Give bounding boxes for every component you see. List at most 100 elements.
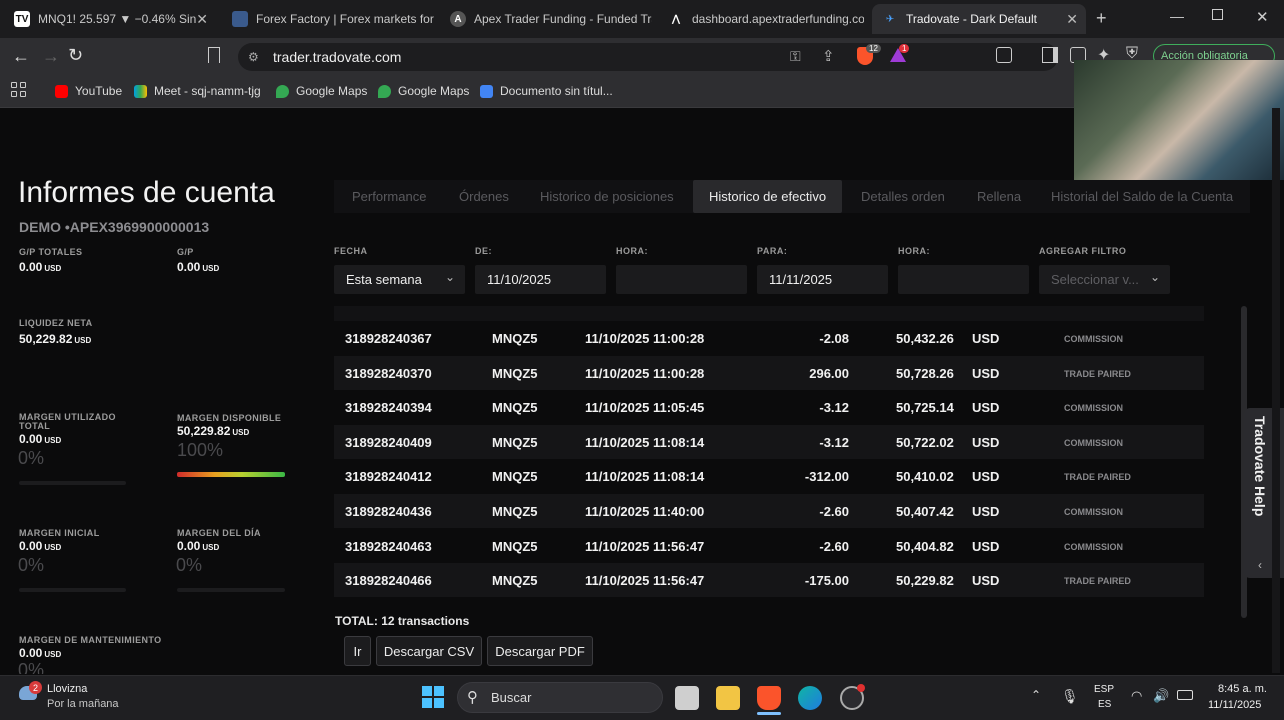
bookmark-maps-1[interactable]: Google Maps: [276, 82, 367, 100]
tab-title: Tradovate - Dark Default: [906, 12, 1037, 26]
table-row[interactable]: 318928240394 MNQZ5 11/10/2025 11:05:45 -3.1…: [334, 390, 1204, 424]
bookmark-docs[interactable]: Documento sin títul...: [480, 82, 613, 100]
margen-mant-number: 0.00: [19, 646, 43, 660]
tab-historial-saldo[interactable]: Historial del Saldo de la Cuenta: [1051, 180, 1233, 213]
total-transactions: TOTAL: 12 transactions: [335, 614, 470, 628]
browser-tab-2[interactable]: Forex Factory | Forex markets for t: [222, 4, 434, 34]
table-row[interactable]: 318928240412 MNQZ5 11/10/2025 11:08:14 -312…: [334, 459, 1204, 493]
margen-inicial-pct: 0%: [18, 555, 45, 575]
agregar-filtro-select[interactable]: Seleccionar v... ⌄: [1039, 265, 1170, 294]
close-window-icon[interactable]: ✕: [1256, 8, 1269, 26]
screenshot-icon[interactable]: [996, 47, 1012, 63]
cell-time: 11/10/2025 11:08:14: [585, 469, 705, 485]
cell-type: TRADE PAIRED: [1064, 576, 1131, 587]
para-input[interactable]: 11/11/2025: [757, 265, 888, 294]
cell-balance: 50,410.02: [896, 469, 954, 485]
fecha-value: Esta semana: [346, 272, 422, 287]
tab-detalles-orden[interactable]: Detalles orden: [861, 180, 945, 213]
tab-historico-efectivo[interactable]: Historico de efectivo: [693, 180, 843, 213]
key-icon[interactable]: ⚿: [790, 48, 801, 65]
ir-button[interactable]: Ir: [344, 636, 371, 666]
tab-title: MNQ1! 25.597 ▼ −0.46% Sin: [38, 12, 197, 26]
forward-icon[interactable]: →: [42, 46, 60, 67]
new-tab-icon[interactable]: +: [1096, 8, 1107, 29]
de-input[interactable]: 11/10/2025: [475, 265, 606, 294]
back-icon[interactable]: ←: [12, 46, 30, 67]
cell-id: 318928240463: [345, 538, 432, 554]
cell-id: 318928240412: [345, 469, 432, 485]
table-row[interactable]: 318928240370 MNQZ5 11/10/2025 11:00:28 296.…: [334, 355, 1204, 390]
margen-utilizado-number: 0.00: [19, 432, 43, 446]
chevron-left-icon[interactable]: ‹: [1258, 558, 1262, 572]
edge-icon[interactable]: [798, 686, 822, 710]
apps-grid-icon[interactable]: [11, 82, 26, 97]
cell-balance: 50,229.82: [896, 573, 954, 589]
microphone-icon[interactable]: 🎙: [1061, 688, 1079, 705]
table-row[interactable]: 318928240367 MNQZ5 11/10/2025 11:00:28 -2.0…: [334, 321, 1204, 355]
page-scrollbar[interactable]: [1272, 108, 1280, 673]
tab-performance[interactable]: Performance: [352, 180, 426, 213]
tab-historico-posiciones[interactable]: Historico de posiciones: [540, 180, 674, 213]
bookmark-icon[interactable]: [208, 47, 220, 63]
clock-time[interactable]: 8:45 a. m.: [1218, 683, 1267, 695]
bookmark-label: Google Maps: [296, 84, 368, 98]
hora-label-1: HORA:: [616, 246, 648, 256]
de-value: 11/10/2025: [487, 272, 552, 287]
chevron-up-icon[interactable]: ⌃: [1031, 688, 1041, 702]
table-row[interactable]: 318928240463 MNQZ5 11/10/2025 11:56:47 -2.6…: [334, 529, 1204, 563]
volume-icon[interactable]: 🔊: [1153, 688, 1169, 704]
url-text[interactable]: trader.tradovate.com: [273, 49, 401, 65]
cell-id: 318928240409: [345, 434, 432, 450]
wifi-icon[interactable]: ◠: [1131, 688, 1142, 704]
liquidez-number: 50,229.82: [19, 332, 73, 346]
battery-icon[interactable]: [1177, 690, 1193, 700]
cell-symbol: MNQZ5: [492, 365, 538, 381]
browser-tab-3[interactable]: A Apex Trader Funding - Funded Tra: [440, 4, 652, 34]
brave-taskbar-icon[interactable]: [757, 686, 781, 710]
language-primary[interactable]: ESP: [1094, 684, 1114, 695]
minimize-icon[interactable]: —: [1170, 8, 1184, 24]
file-explorer-icon[interactable]: [716, 686, 740, 710]
taskbar-search[interactable]: [457, 682, 663, 713]
hora-input-2[interactable]: [898, 265, 1029, 294]
download-csv-button[interactable]: Descargar CSV: [376, 636, 482, 666]
table-row[interactable]: 318928240409 MNQZ5 11/10/2025 11:08:14 -3.1…: [334, 424, 1204, 459]
tab-rellena[interactable]: Rellena: [977, 180, 1021, 213]
table-row[interactable]: 318928240436 MNQZ5 11/10/2025 11:40:00 -2.6…: [334, 494, 1204, 528]
notification-dot: [857, 684, 865, 692]
download-pdf-button[interactable]: Descargar PDF: [487, 636, 593, 666]
browser-tab-4[interactable]: ⋀ dashboard.apextraderfunding.com: [658, 4, 864, 34]
task-view-icon[interactable]: [675, 686, 699, 710]
close-icon[interactable]: ✕: [1066, 11, 1078, 28]
windows-start-icon[interactable]: [422, 686, 444, 708]
bookmark-meet[interactable]: Meet - sqj-namm-tjg: [134, 82, 261, 100]
table-row[interactable]: 318928240466 MNQZ5 11/10/2025 11:56:47 -175…: [334, 563, 1204, 598]
reload-icon[interactable]: ↻: [68, 45, 83, 66]
bookmark-maps-2[interactable]: Google Maps: [378, 82, 469, 100]
cell-type: TRADE PAIRED: [1064, 368, 1131, 379]
cell-symbol: MNQZ5: [492, 504, 538, 519]
fecha-select[interactable]: Esta semana ⌄: [334, 265, 465, 294]
maximize-icon[interactable]: [1212, 9, 1223, 20]
agregar-filtro-placeholder: Seleccionar v...: [1051, 272, 1139, 287]
cell-balance: 50,725.14: [896, 400, 954, 416]
site-info-icon[interactable]: ⚙: [248, 50, 259, 64]
browser-tab-5[interactable]: ✈ Tradovate - Dark Default ✕: [872, 4, 1086, 34]
cell-type: TRADE PAIRED: [1064, 472, 1131, 483]
browser-tab-1[interactable]: TV MNQ1! 25.597 ▼ −0.46% Sin ✕: [4, 4, 216, 34]
close-icon[interactable]: ✕: [196, 11, 208, 28]
cell-symbol: MNQZ5: [492, 434, 538, 450]
margen-mant-label: MARGEN DE MANTENIMIENTO: [19, 635, 162, 645]
tab-ordenes[interactable]: Órdenes: [459, 180, 509, 213]
forexfactory-icon: [232, 11, 248, 27]
margen-utilizado-value: 0.00 USD: [19, 432, 61, 446]
currency-label: USD: [44, 543, 62, 552]
cell-amount: -3.12: [819, 434, 849, 450]
share-icon[interactable]: ⇪: [822, 47, 835, 65]
hora-input-1[interactable]: [616, 265, 747, 294]
margen-inicial-bar: [19, 588, 126, 592]
cell-balance: 50,432.26: [896, 331, 954, 346]
sidebar-icon[interactable]: [1042, 47, 1058, 63]
apex-icon: ⋀: [671, 13, 681, 25]
bookmark-youtube[interactable]: YouTube: [55, 82, 122, 100]
